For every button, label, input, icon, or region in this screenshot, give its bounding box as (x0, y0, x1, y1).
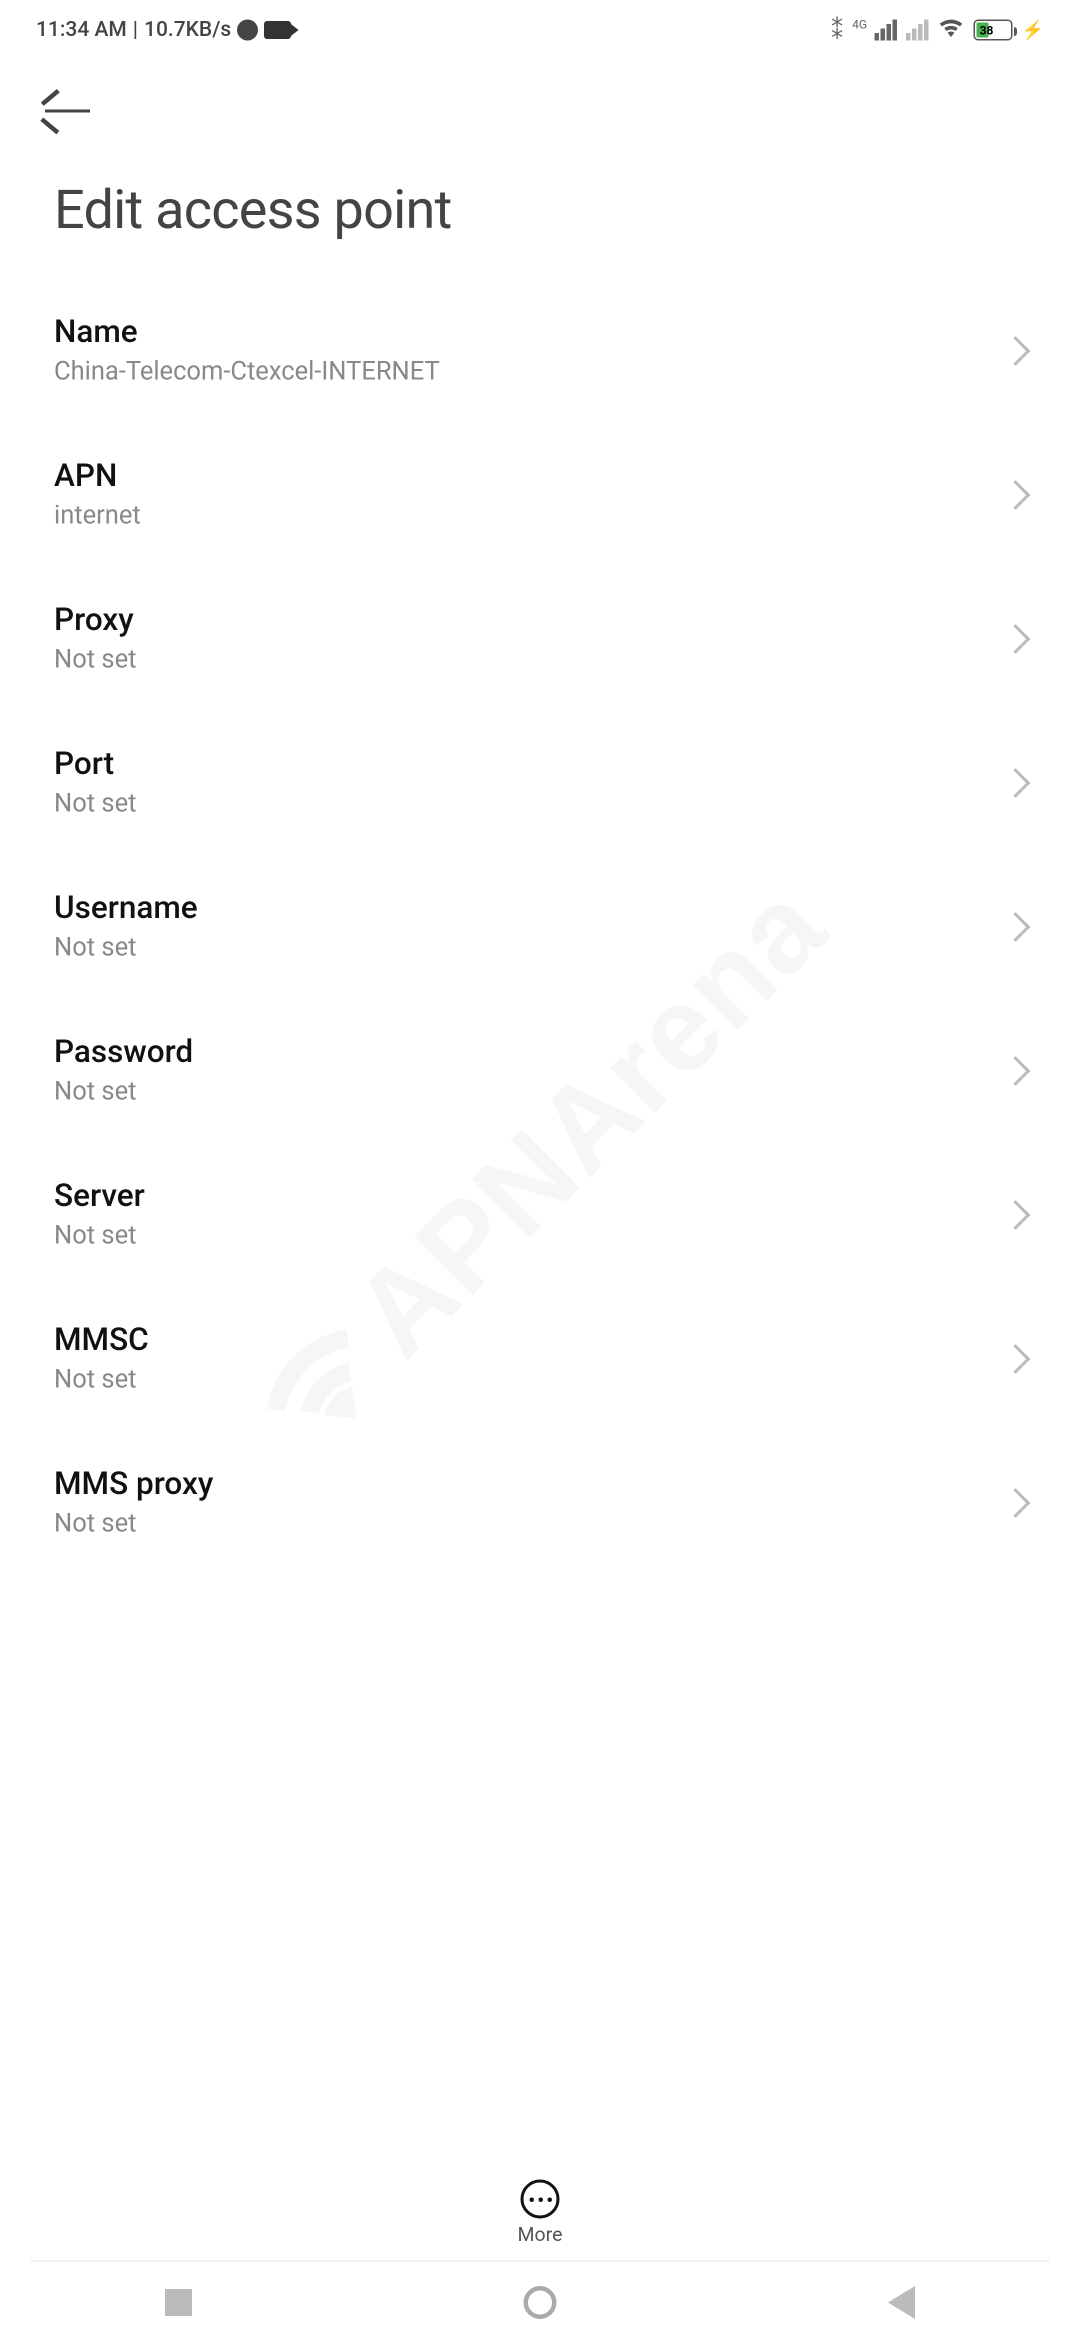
setting-item-name[interactable]: Name China-Telecom-Ctexcel-INTERNET (54, 279, 1026, 423)
setting-label: APN (54, 459, 141, 495)
chevron-right-icon (1001, 624, 1031, 654)
setting-item-mmsc[interactable]: MMSC Not set (54, 1287, 1026, 1431)
more-button[interactable]: More (0, 2162, 1080, 2257)
setting-label: Proxy (54, 603, 136, 639)
nav-home-button[interactable] (523, 2286, 556, 2319)
setting-item-username[interactable]: Username Not set (54, 855, 1026, 999)
chevron-right-icon (1001, 1056, 1031, 1086)
network-type-label: 4G (852, 17, 867, 31)
setting-value: Not set (54, 1365, 149, 1395)
chevron-right-icon (1001, 1488, 1031, 1518)
chevron-right-icon (1001, 768, 1031, 798)
setting-item-port[interactable]: Port Not set (54, 711, 1026, 855)
setting-item-mms-proxy[interactable]: MMS proxy Not set (54, 1431, 1026, 1575)
setting-label: Password (54, 1035, 193, 1071)
camera-icon (264, 21, 291, 39)
nav-recent-button[interactable] (165, 2289, 192, 2316)
nav-back-button[interactable] (887, 2286, 914, 2319)
more-icon (521, 2180, 560, 2219)
setting-value: Not set (54, 1509, 213, 1539)
status-net-speed: 10.7KB/s (144, 18, 231, 42)
setting-label: MMSC (54, 1323, 149, 1359)
setting-label: Port (54, 747, 136, 783)
android-nav-bar (0, 2265, 1080, 2340)
setting-value: Not set (54, 933, 198, 963)
battery-icon: 38 (974, 20, 1013, 41)
apn-settings-list: Name China-Telecom-Ctexcel-INTERNET APN int… (0, 279, 1080, 1575)
setting-item-server[interactable]: Server Not set (54, 1143, 1026, 1287)
back-button[interactable] (45, 109, 90, 113)
status-time: 11:34 AM (36, 18, 127, 42)
setting-item-password[interactable]: Password Not set (54, 999, 1026, 1143)
setting-item-proxy[interactable]: Proxy Not set (54, 567, 1026, 711)
page-title: Edit access point (0, 134, 1080, 280)
battery-percentage: 38 (980, 23, 994, 37)
arrow-left-icon (45, 109, 90, 113)
setting-label: Name (54, 315, 440, 351)
chevron-right-icon (1001, 336, 1031, 366)
signal-strength-icon-sim2 (906, 20, 929, 41)
bluetooth-icon: ⁑ (831, 16, 843, 45)
chevron-right-icon (1001, 1200, 1031, 1230)
setting-label: MMS proxy (54, 1467, 213, 1503)
settings-sync-icon (237, 20, 258, 41)
signal-strength-icon (875, 20, 898, 41)
setting-value: Not set (54, 1221, 145, 1251)
setting-label: Server (54, 1179, 145, 1215)
setting-item-apn[interactable]: APN internet (54, 423, 1026, 567)
chevron-right-icon (1001, 912, 1031, 942)
setting-value: Not set (54, 789, 136, 819)
wifi-icon (938, 15, 965, 45)
more-label: More (518, 2225, 563, 2248)
setting-value: Not set (54, 645, 136, 675)
chevron-right-icon (1001, 1344, 1031, 1374)
setting-value: China-Telecom-Ctexcel-INTERNET (54, 357, 440, 387)
charging-icon: ⚡ (1022, 20, 1044, 41)
status-bar: 11:34 AM | 10.7KB/s ⁑ 4G 38 ⚡ (0, 0, 1080, 60)
setting-value: Not set (54, 1077, 193, 1107)
setting-value: internet (54, 501, 141, 531)
setting-label: Username (54, 891, 198, 927)
chevron-right-icon (1001, 480, 1031, 510)
